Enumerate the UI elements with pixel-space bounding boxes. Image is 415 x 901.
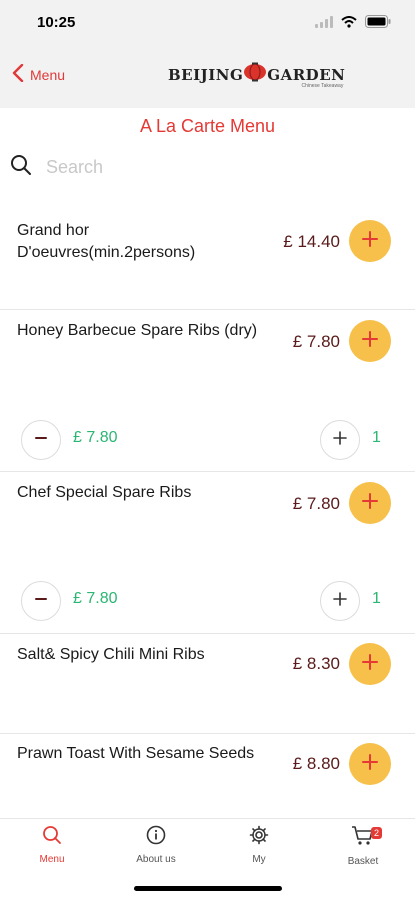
back-label: Menu <box>30 66 66 83</box>
tab-label: Menu <box>39 854 65 865</box>
gear-icon <box>249 825 269 849</box>
status-time: 10:25 <box>37 14 76 31</box>
plus-icon <box>361 492 379 515</box>
search-bar <box>10 154 348 181</box>
menu-item: Grand hor D'oeuvres(min.2persons) £ 14.4… <box>0 201 415 310</box>
quantity-row: £ 7.80 1 <box>0 579 415 623</box>
search-input[interactable] <box>44 156 348 179</box>
increase-button[interactable] <box>320 581 360 621</box>
add-button[interactable] <box>349 320 391 362</box>
item-name: Grand hor D'oeuvres(min.2persons) <box>17 222 196 261</box>
item-price: £ 8.30 <box>292 654 340 673</box>
add-button[interactable] <box>349 643 391 685</box>
search-icon <box>42 826 62 849</box>
tab-about-us[interactable]: About us <box>106 825 206 865</box>
decrease-button[interactable] <box>21 420 61 460</box>
menu-item: Prawn Toast With Sesame Seeds £ 8.80 <box>0 734 415 817</box>
quantity-count: 1 <box>372 429 381 446</box>
add-button[interactable] <box>349 220 391 262</box>
quantity-row: £ 7.80 1 <box>0 418 415 462</box>
item-price: £ 14.40 <box>283 232 340 251</box>
cart-price: £ 7.80 <box>73 429 118 446</box>
tab-my[interactable]: My <box>209 825 309 865</box>
cart-price: £ 7.80 <box>73 590 118 607</box>
increase-button[interactable] <box>320 420 360 460</box>
page-title: A La Carte Menu <box>139 116 276 136</box>
search-icon <box>10 154 32 181</box>
quantity-count: 1 <box>372 590 381 607</box>
item-name: Chef Special Spare Ribs <box>17 484 192 501</box>
add-button[interactable] <box>349 743 391 785</box>
back-button[interactable]: Menu <box>12 63 66 85</box>
menu-item: Honey Barbecue Spare Ribs (dry) £ 7.80 £… <box>0 310 415 472</box>
minus-icon <box>34 431 48 450</box>
plus-icon <box>361 653 379 676</box>
logo: BEIJING GARDEN Chinese Takeaway <box>168 62 346 89</box>
item-price: £ 7.80 <box>292 332 340 351</box>
item-price: £ 7.80 <box>292 494 340 513</box>
item-name: Honey Barbecue Spare Ribs (dry) <box>17 322 258 339</box>
item-price: £ 8.80 <box>292 754 340 773</box>
wifi-icon <box>341 15 357 33</box>
status-icons <box>315 15 391 33</box>
lantern-icon <box>243 62 267 87</box>
tab-basket[interactable]: 2 Basket <box>313 825 413 867</box>
info-icon <box>146 825 166 849</box>
menu-item: Salt& Spicy Chili Mini Ribs £ 8.30 <box>0 634 415 734</box>
item-name: Prawn Toast With Sesame Seeds <box>17 745 255 762</box>
tab-label: My <box>252 854 266 865</box>
tab-label: About us <box>136 854 176 865</box>
minus-icon <box>34 592 48 611</box>
plus-icon <box>361 753 379 776</box>
add-button[interactable] <box>349 482 391 524</box>
battery-icon <box>365 15 391 33</box>
status-bar: 10:25 <box>0 0 415 44</box>
tab-label: Basket <box>347 856 379 867</box>
home-indicator <box>134 886 282 891</box>
plus-icon <box>361 330 379 353</box>
item-name: Salt& Spicy Chili Mini Ribs <box>17 646 205 663</box>
nav-bar: Menu BEIJING GARDEN Chinese Takeaway <box>0 44 415 108</box>
logo-subtitle: Chinese Takeaway <box>301 83 344 89</box>
basket-badge: 2 <box>371 827 383 839</box>
chevron-left-icon <box>12 63 24 85</box>
plus-icon <box>361 230 379 253</box>
plus-icon <box>333 591 347 611</box>
signal-icon <box>315 15 333 33</box>
tab-menu[interactable]: Menu <box>2 825 102 865</box>
logo-text-right: GARDEN <box>267 65 346 84</box>
decrease-button[interactable] <box>21 581 61 621</box>
plus-icon <box>333 430 347 450</box>
menu-item: Chef Special Spare Ribs £ 7.80 £ 7.80 1 <box>0 472 415 634</box>
logo-text-left: BEIJING <box>168 65 244 84</box>
